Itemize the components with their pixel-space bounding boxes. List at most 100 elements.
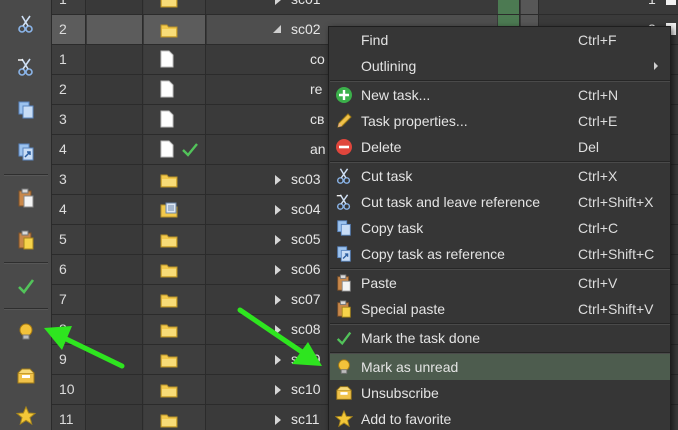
menu-item-shortcut: Del <box>578 139 600 155</box>
row-icon-cell <box>144 375 206 404</box>
row-number: 2 <box>52 75 86 104</box>
task-name: sc11 <box>291 411 320 427</box>
row-number: 1 <box>52 45 86 74</box>
row-gap-cell <box>87 165 143 194</box>
expand-arrow-icon[interactable] <box>275 235 281 245</box>
row-gap-cell <box>87 405 143 430</box>
paste-icon <box>18 188 34 208</box>
right-marker <box>666 0 676 5</box>
menu-item-copy-task-as-reference[interactable]: Copy task as reference Ctrl+Shift+C <box>330 241 670 267</box>
menu-item-mark-as-unread[interactable]: Mark as unread <box>330 354 670 380</box>
menu-item-label: Delete <box>361 139 402 155</box>
menu-item-add-to-favorite[interactable]: Add to favorite <box>330 406 670 430</box>
menu-item-cut-task[interactable]: Cut task Ctrl+X <box>330 163 670 189</box>
scissors-leave-icon <box>335 193 353 211</box>
star-icon <box>16 406 36 426</box>
mark-done-toolbar-button[interactable] <box>6 272 46 300</box>
special-paste-toolbar-button[interactable] <box>6 226 46 254</box>
scissors-leave-icon <box>18 58 33 76</box>
expand-arrow-icon[interactable] <box>275 265 281 275</box>
cut-toolbar-button[interactable] <box>6 10 46 38</box>
favorite-toolbar-button[interactable] <box>6 402 46 430</box>
status-cell <box>521 0 539 14</box>
menu-item-outlining[interactable]: Outlining <box>330 53 670 79</box>
row-gap-cell <box>87 225 143 254</box>
menu-item-label: Copy task as reference <box>361 246 505 262</box>
menu-item-shortcut: Ctrl+F <box>578 32 617 48</box>
menu-item-unsubscribe[interactable]: Unsubscribe <box>330 380 670 406</box>
row-icon-cell <box>144 15 206 44</box>
copy-icon <box>335 219 353 237</box>
menu-item-label: Mark the task done <box>361 330 481 346</box>
paste-toolbar-button[interactable] <box>6 184 46 212</box>
lightbulb-icon <box>335 358 353 376</box>
submenu-arrow-icon <box>654 62 658 70</box>
menu-item-label: Cut task and leave reference <box>361 194 540 210</box>
copy-reference-toolbar-button[interactable] <box>6 138 46 166</box>
expand-arrow-icon[interactable] <box>275 175 281 185</box>
status-cell <box>498 0 520 14</box>
copy-reference-icon <box>18 143 34 161</box>
annotation-arrow-left <box>44 326 125 369</box>
menu-item-shortcut: Ctrl+C <box>578 220 619 236</box>
row-icon-cell <box>144 0 206 14</box>
row-gap-cell <box>87 375 143 404</box>
menu-item-label: Copy task <box>361 220 424 236</box>
menu-item-shortcut: Ctrl+Shift+C <box>578 246 655 262</box>
row-gap-cell <box>87 105 143 134</box>
row-icon-cell <box>144 255 206 284</box>
menu-item-label: Mark as unread <box>361 359 459 375</box>
copy-toolbar-button[interactable] <box>6 96 46 124</box>
copy-reference-icon <box>335 245 353 263</box>
expand-arrow-icon[interactable] <box>275 0 281 5</box>
menu-item-label: Find <box>361 32 389 48</box>
annotation-arrow-right <box>237 307 322 366</box>
task-name: св <box>310 111 325 127</box>
row-number: 4 <box>52 135 86 164</box>
row-gap-cell <box>87 75 143 104</box>
menu-item-label: Unsubscribe <box>361 385 439 401</box>
menu-item-find[interactable]: Find Ctrl+F <box>330 27 670 53</box>
menu-item-special-paste[interactable]: Special paste Ctrl+Shift+V <box>330 296 670 322</box>
task-name: sc05 <box>291 231 321 247</box>
expand-arrow-icon[interactable] <box>275 205 281 215</box>
task-name: sc06 <box>291 261 321 277</box>
menu-item-mark-the-task-done[interactable]: Mark the task done <box>330 325 670 351</box>
menu-item-label: Task properties... <box>361 113 468 129</box>
scissors-icon <box>335 167 353 185</box>
expand-arrow-icon[interactable] <box>275 385 281 395</box>
star-icon <box>334 409 354 428</box>
menu-item-delete[interactable]: Delete Del <box>330 134 670 160</box>
task-name: re <box>310 81 323 97</box>
task-name-cell[interactable]: sc01 <box>207 0 497 14</box>
menu-item-new-task[interactable]: New task... Ctrl+N <box>330 82 670 108</box>
row-icon-cell <box>144 135 206 164</box>
cut-leave-reference-toolbar-button[interactable] <box>6 53 46 81</box>
context-menu: Find Ctrl+F Outlining New task... Ctrl+N Task… <box>328 26 671 430</box>
right-cell: 1 <box>540 0 678 14</box>
collapse-arrow-icon[interactable] <box>273 25 281 33</box>
row-gap-cell <box>87 195 143 224</box>
expand-arrow-icon[interactable] <box>275 415 281 425</box>
scissors-icon <box>18 15 33 33</box>
menu-item-shortcut: Ctrl+Shift+X <box>578 194 654 210</box>
menu-item-cut-task-and-leave-reference[interactable]: Cut task and leave reference Ctrl+Shift+X <box>330 189 670 215</box>
row-number: 2 <box>52 15 86 44</box>
copy-icon <box>18 101 34 119</box>
row-icon-cell <box>144 345 206 374</box>
menu-item-paste[interactable]: Paste Ctrl+V <box>330 270 670 296</box>
task-name: sc01 <box>291 0 321 14</box>
menu-item-task-properties[interactable]: Task properties... Ctrl+E <box>330 108 670 134</box>
table-row[interactable]: 1 sc01 1 <box>52 0 678 15</box>
row-number: 1 <box>52 0 86 14</box>
row-number: 10 <box>52 375 86 404</box>
menu-item-shortcut: Ctrl+Shift+V <box>578 301 654 317</box>
row-icon-cell <box>144 165 206 194</box>
paste-icon <box>335 274 353 292</box>
row-number: 11 <box>52 405 86 430</box>
menu-item-shortcut: Ctrl+X <box>578 168 618 184</box>
toolbar-separator <box>4 262 48 264</box>
row-gap-cell <box>87 135 143 164</box>
row-icon-cell <box>144 405 206 430</box>
menu-item-copy-task[interactable]: Copy task Ctrl+C <box>330 215 670 241</box>
